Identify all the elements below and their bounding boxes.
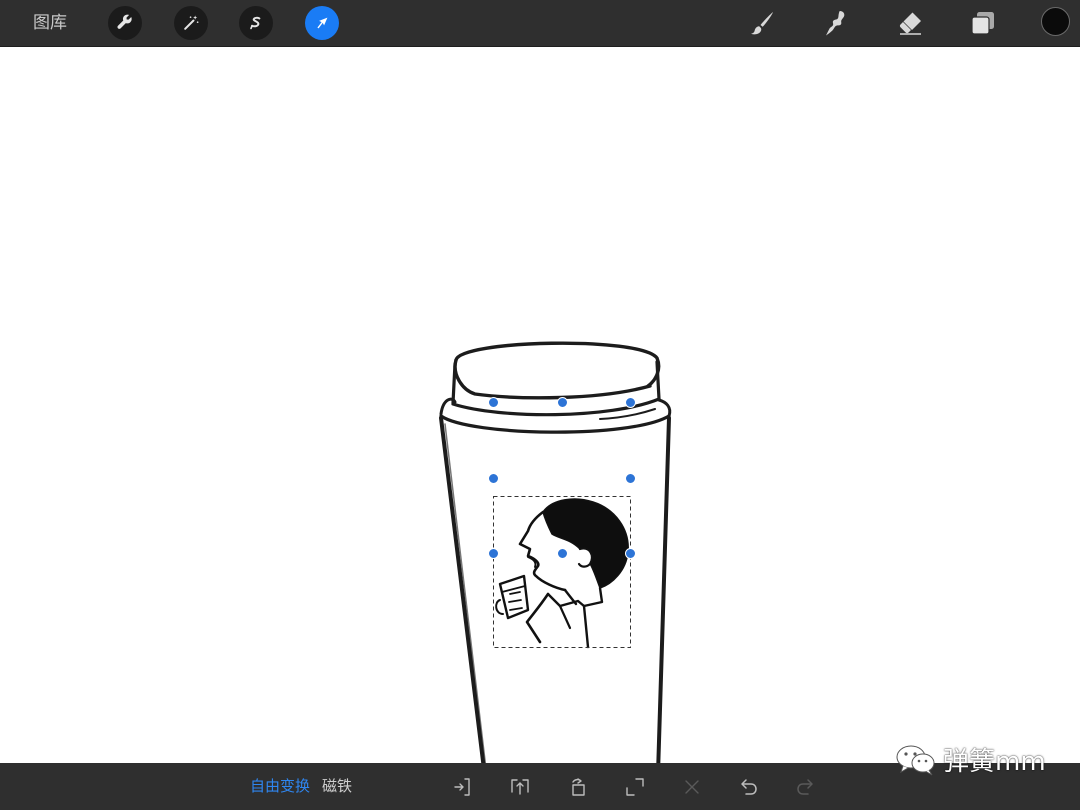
magnetic-button[interactable]: 磁铁 <box>322 777 352 796</box>
free-transform-button[interactable]: 自由变换 <box>250 777 310 796</box>
brush-icon <box>747 8 777 38</box>
eraser-button[interactable] <box>893 6 927 40</box>
color-picker-swatch[interactable] <box>1041 7 1070 36</box>
figure-sticker <box>495 498 629 649</box>
handle-bottom-left[interactable] <box>487 547 499 559</box>
drawing-canvas[interactable] <box>0 47 1080 763</box>
actions-button[interactable] <box>108 6 142 40</box>
flip-horizontal-icon <box>451 776 473 798</box>
reset-icon <box>681 776 703 798</box>
magic-wand-icon <box>181 13 201 33</box>
flip-vertical-icon <box>509 776 531 798</box>
rotate-icon <box>567 776 589 798</box>
procreate-app: 图库 自由变换 磁铁 弹簧mm <box>0 0 1080 810</box>
flip-horizontal-button[interactable] <box>450 775 474 799</box>
handle-bottom-center[interactable] <box>556 547 568 559</box>
reset-button[interactable] <box>680 775 704 799</box>
fit-to-screen-icon <box>624 776 646 798</box>
handle-middle-right[interactable] <box>624 472 636 484</box>
transform-arrow-icon <box>312 13 332 33</box>
gallery-button[interactable]: 图库 <box>33 12 67 34</box>
handle-top-center[interactable] <box>556 396 568 408</box>
transform-toolbar: 自由变换 磁铁 <box>0 763 1080 810</box>
rotate-button[interactable] <box>566 775 590 799</box>
flip-vertical-button[interactable] <box>508 775 532 799</box>
handle-top-right[interactable] <box>624 396 636 408</box>
handle-bottom-right[interactable] <box>624 547 636 559</box>
fit-to-screen-button[interactable] <box>623 775 647 799</box>
transform-button[interactable] <box>305 6 339 40</box>
eraser-icon <box>895 8 925 38</box>
redo-icon <box>795 776 817 798</box>
layers-button[interactable] <box>966 6 1000 40</box>
smudge-icon <box>820 8 850 38</box>
undo-icon <box>737 776 759 798</box>
handle-middle-left[interactable] <box>487 472 499 484</box>
brush-button[interactable] <box>745 6 779 40</box>
undo-button[interactable] <box>736 775 760 799</box>
top-toolbar: 图库 <box>0 0 1080 47</box>
layers-icon <box>968 8 998 38</box>
handle-top-left[interactable] <box>487 396 499 408</box>
wrench-icon <box>115 13 135 33</box>
artwork <box>439 341 672 763</box>
selection-button[interactable] <box>239 6 273 40</box>
redo-button[interactable] <box>794 775 818 799</box>
adjustments-button[interactable] <box>174 6 208 40</box>
selection-s-icon <box>246 13 266 33</box>
smudge-button[interactable] <box>818 6 852 40</box>
